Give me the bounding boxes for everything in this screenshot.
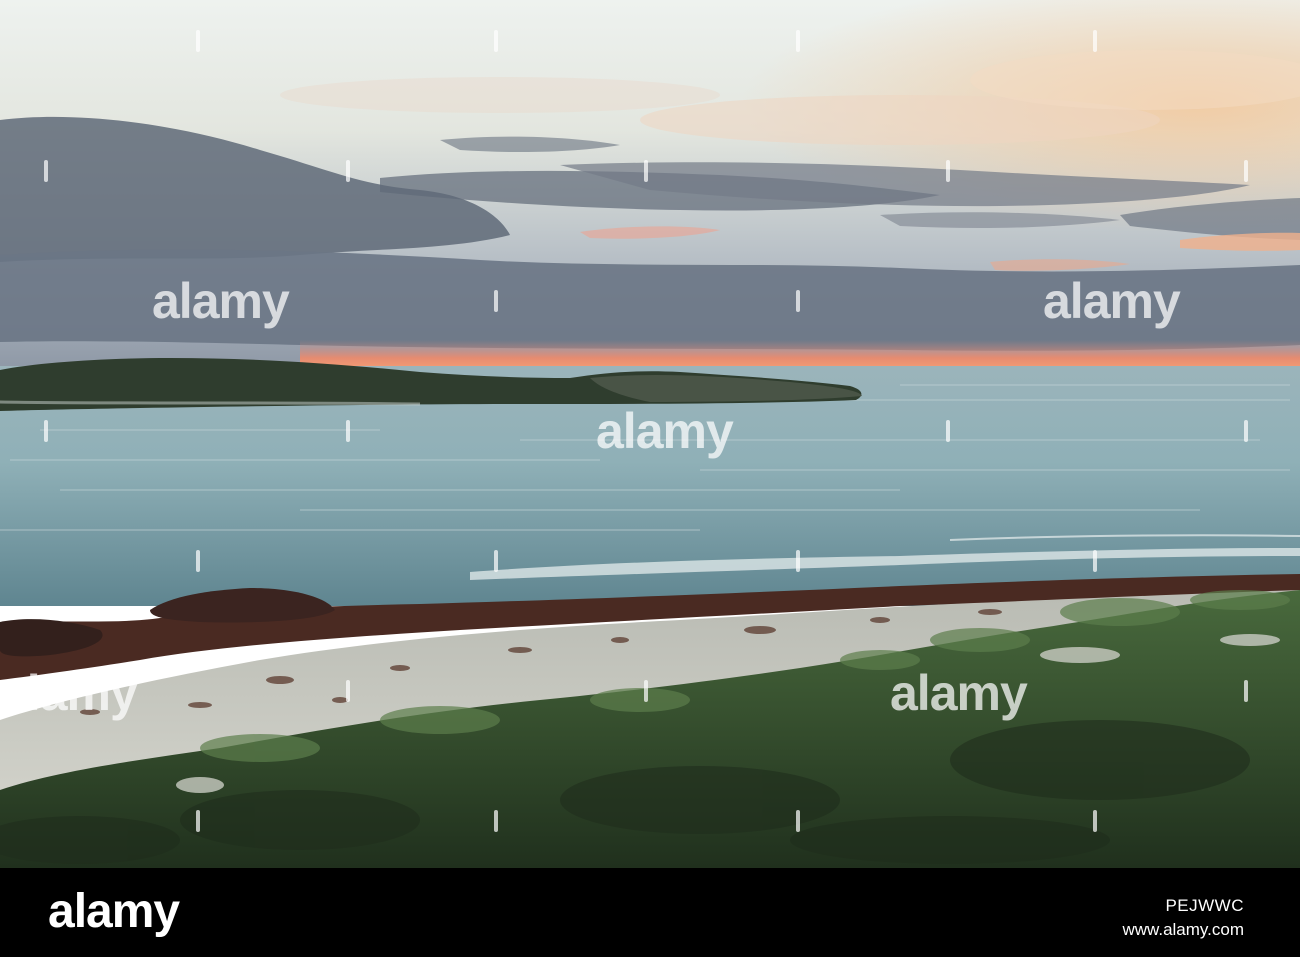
alamy-logo: alamy [48,885,180,938]
site-url: www.alamy.com [1122,920,1244,939]
footer-bar: alamy PEJWWC www.alamy.com [0,868,1300,957]
coastal-sunset-photo: alamy alamy alamy alamy alamy [0,0,1300,868]
image-id: PEJWWC [1165,896,1244,915]
sunset-glow [300,340,1300,370]
photo-scene [0,0,1300,868]
stock-photo-page: alamy alamy alamy alamy alamy alamy PEJW… [0,0,1300,957]
